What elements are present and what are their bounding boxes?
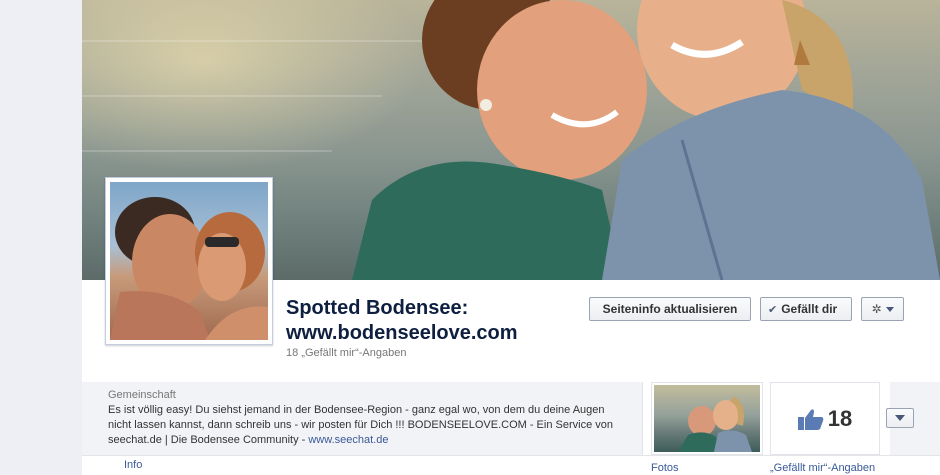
left-gutter (0, 0, 82, 475)
update-page-info-label: Seiteninfo aktualisieren (602, 302, 738, 316)
photos-tile-label[interactable]: Fotos (651, 462, 679, 474)
page-category: Gemeinschaft (108, 389, 176, 401)
photos-thumbnail (654, 385, 760, 452)
chevron-down-icon (885, 306, 894, 312)
photos-tile[interactable] (651, 382, 763, 455)
page-description: Es ist völlig easy! Du siehst jemand in … (108, 403, 618, 448)
page-title: Spotted Bodensee: www.bodenseelove.com (286, 296, 518, 346)
page-timeline: Spotted Bodensee: www.bodenseelove.com 1… (82, 0, 940, 475)
thumbs-up-icon (797, 408, 824, 430)
page-title-line-1: Spotted Bodensee: (286, 297, 469, 319)
profile-picture[interactable] (105, 177, 273, 345)
website-link[interactable]: www.seechat.de (308, 434, 388, 446)
more-tiles-button[interactable] (886, 408, 914, 428)
photos-thumbnail-people (678, 396, 752, 452)
settings-dropdown-button[interactable]: ✲ (861, 297, 904, 321)
liked-button[interactable]: ✔ Gefällt dir (760, 297, 852, 321)
gear-icon: ✲ (871, 302, 882, 316)
tab-info[interactable]: Info (124, 459, 142, 471)
liked-label: Gefällt dir (781, 302, 838, 316)
update-page-info-button[interactable]: Seiteninfo aktualisieren (589, 297, 751, 321)
check-icon: ✔ (768, 303, 778, 316)
page-title-line-2: www.bodenseelove.com (286, 322, 518, 344)
profile-picture-image (110, 182, 268, 340)
likes-tile-count: 18 (827, 405, 853, 431)
likes-tile-label[interactable]: „Gefällt mir“-Angaben (770, 462, 875, 474)
profile-picture-people (110, 197, 268, 340)
page-like-count: 18 „Gefällt mir“-Angaben (286, 347, 407, 359)
chevron-down-icon (895, 415, 905, 421)
likes-tile[interactable]: 18 (770, 382, 880, 455)
